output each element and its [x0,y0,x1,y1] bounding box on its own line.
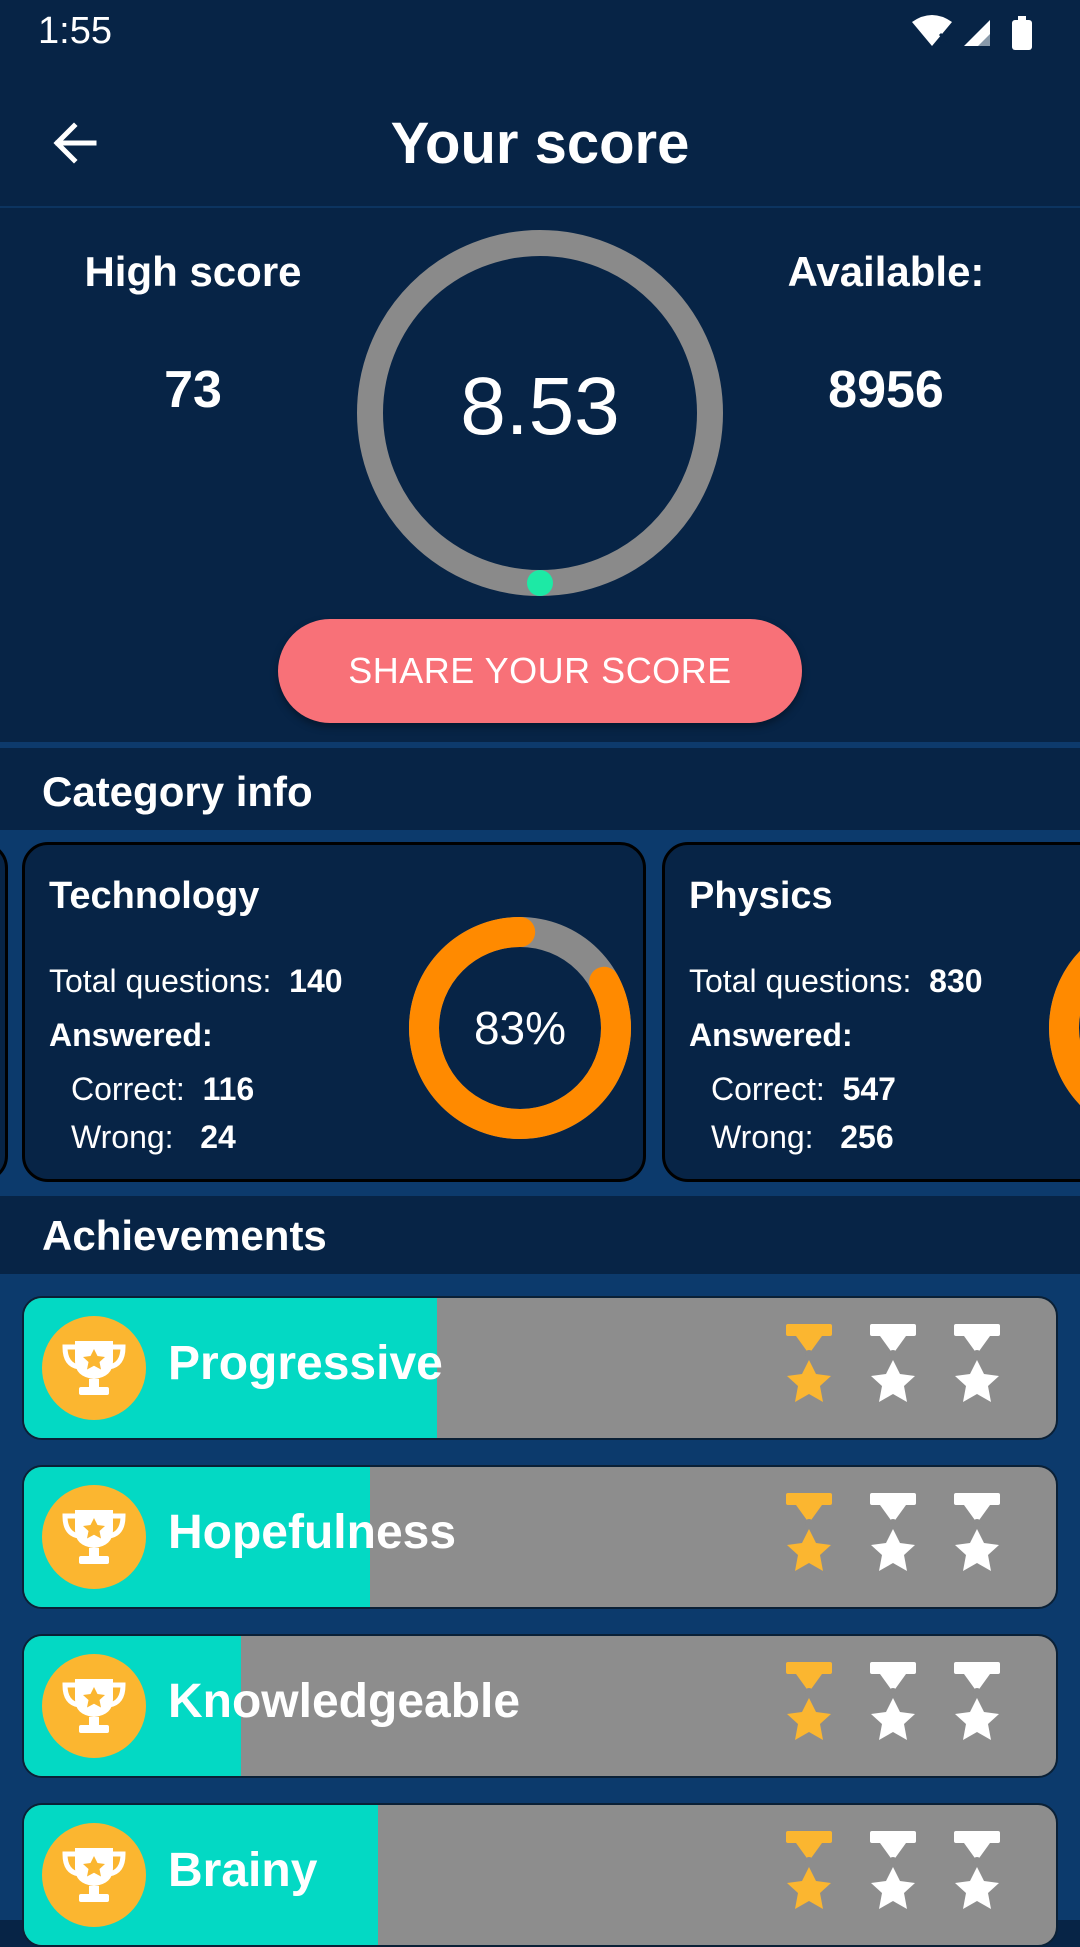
correct-label: Correct: [711,1071,825,1107]
total-questions-label: Total questions: [49,963,272,999]
achievement-name: Brainy [168,1844,318,1897]
score-indicator-dot [527,570,553,596]
category-info-title: Category info [42,768,313,815]
achievement-row[interactable]: Brainy [22,1803,1058,1947]
achievement-row[interactable]: Hopefulness [22,1465,1058,1609]
medal-earned-icon [786,1324,832,1402]
wrong-value: 256 [840,1119,894,1155]
available-value: 8956 [828,361,944,419]
wrong-label: Wrong: [711,1119,814,1155]
medal-earned-icon [786,1662,832,1740]
battery-icon [1012,16,1032,50]
medal-locked-icon [870,1324,916,1402]
high-score-value: 73 [164,361,222,419]
share-score-button[interactable]: SHARE YOUR SCORE [278,619,802,723]
wifi-icon [912,15,952,46]
page-title: Your score [390,111,690,176]
medal-locked-icon [870,1493,916,1571]
status-time: 1:55 [38,10,112,52]
achievement-row[interactable]: Knowledgeable [22,1634,1058,1778]
medal-earned-icon [786,1831,832,1909]
category-name: Technology [49,875,260,917]
medal-locked-icon [954,1662,1000,1740]
total-questions-label: Total questions: [689,963,912,999]
category-card-physics[interactable]: Physics Total questions: 830 Answered: C… [662,842,1080,1182]
answered-label: Answered: [49,1017,213,1053]
achievement-name: Progressive [168,1337,443,1390]
category-name: Physics [689,875,833,917]
achievements-list: Progressive Hopefulness Knowledgeable Brain… [0,1274,1080,1947]
correct-value: 116 [202,1071,255,1107]
current-score: 8.53 [460,361,620,452]
total-questions-row: Total questions: 140 [49,963,343,1000]
achievements-title: Achievements [42,1212,327,1259]
trophy-icon [42,1316,146,1420]
trophy-icon [42,1485,146,1589]
category-card-previous[interactable] [0,842,8,1182]
wrong-value: 24 [200,1119,236,1155]
category-card-technology[interactable]: Technology Total questions: 140 Answered… [22,842,646,1182]
medal-locked-icon [954,1831,1000,1909]
total-questions-value: 830 [929,963,983,999]
donut-progress-arc [1049,917,1080,1139]
wrong-row: Wrong: 256 [711,1119,894,1156]
category-donut-chart [1049,917,1080,1139]
correct-row: Correct: 547 [711,1071,896,1108]
medal-locked-icon [954,1324,1000,1402]
category-carousel[interactable]: Technology Total questions: 140 Answered… [0,830,1080,1196]
category-percent: 83% [473,1002,567,1054]
trophy-icon [42,1823,146,1927]
wrong-row: Wrong: 24 [71,1119,236,1156]
medal-locked-icon [870,1831,916,1909]
correct-row: Correct: 116 [71,1071,254,1108]
achievement-row[interactable]: Progressive [22,1296,1058,1440]
medal-locked-icon [870,1662,916,1740]
status-icons [912,15,1032,50]
correct-value: 547 [842,1071,896,1107]
achievement-name: Knowledgeable [168,1675,521,1728]
total-questions-row: Total questions: 830 [689,963,983,1000]
wrong-label: Wrong: [71,1119,174,1155]
achievement-name: Hopefulness [168,1506,457,1559]
available-label: Available: [787,248,985,295]
medal-locked-icon [954,1493,1000,1571]
high-score-label: High score [84,248,302,295]
total-questions-value: 140 [289,963,343,999]
correct-label: Correct: [71,1071,185,1107]
trophy-icon [42,1654,146,1758]
section-divider [0,742,1080,748]
answered-label: Answered: [689,1017,853,1053]
medal-earned-icon [786,1493,832,1571]
